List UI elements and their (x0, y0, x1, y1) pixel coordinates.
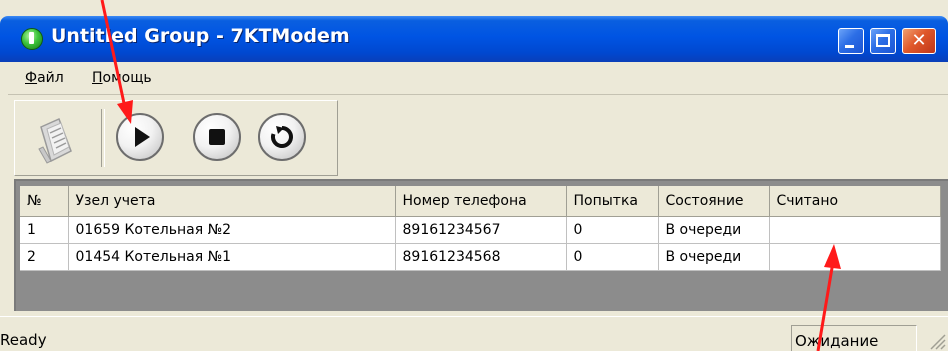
jobs-table: № Узел учета Номер телефона Попытка Сост… (20, 186, 941, 271)
status-text: Ready (0, 331, 47, 349)
cell-attempt: 0 (566, 216, 659, 244)
status-panel-text: Ожидание (795, 332, 879, 350)
document-icon[interactable] (37, 113, 75, 165)
menu-item-help[interactable]: Помощь (92, 70, 152, 86)
app-window: Untitled Group - 7KTModem ✕ Файл Помощь (0, 0, 948, 351)
refresh-button[interactable] (258, 113, 306, 161)
cell-num: 2 (20, 243, 69, 271)
cell-state: В очереди (658, 216, 770, 244)
menu-item-file[interactable]: Файл (25, 70, 64, 86)
maximize-icon (876, 34, 890, 47)
column-header-num[interactable]: № (20, 186, 69, 217)
cell-attempt: 0 (566, 243, 659, 271)
stop-button[interactable] (193, 113, 241, 161)
window-title: Untitled Group - 7KTModem (51, 25, 350, 47)
resize-grip-icon[interactable] (928, 332, 946, 350)
stop-icon (209, 129, 225, 145)
close-icon: ✕ (911, 30, 927, 51)
toolbar-separator (101, 109, 105, 167)
cell-node: 01659 Котельная №2 (68, 216, 396, 244)
status-bar: Ready Ожидание (0, 316, 948, 351)
cell-phone: 89161234568 (395, 243, 567, 271)
toolbar (14, 100, 338, 176)
status-panel: Ожидание (791, 325, 917, 351)
column-header-read[interactable]: Считано (769, 186, 941, 217)
column-header-attempt[interactable]: Попытка (566, 186, 659, 217)
table-row[interactable]: 1 01659 Котельная №2 89161234567 0 В оче… (20, 216, 941, 244)
cell-read (769, 243, 941, 271)
cell-phone: 89161234567 (395, 216, 567, 244)
cell-node: 01454 Котельная №1 (68, 243, 396, 271)
play-icon (135, 127, 150, 147)
title-bar[interactable]: Untitled Group - 7KTModem ✕ (0, 16, 948, 62)
play-button[interactable] (116, 113, 164, 161)
table-row[interactable]: 2 01454 Котельная №1 89161234568 0 В оче… (20, 243, 941, 271)
column-header-state[interactable]: Состояние (658, 186, 770, 217)
refresh-icon (271, 126, 293, 148)
column-header-node[interactable]: Узел учета (68, 186, 396, 217)
column-header-phone[interactable]: Номер телефона (395, 186, 567, 217)
minimize-button[interactable] (838, 28, 864, 54)
minimize-icon (845, 45, 854, 48)
menu-bar: Файл Помощь (8, 64, 948, 95)
app-icon[interactable] (21, 28, 43, 50)
close-button[interactable]: ✕ (902, 28, 936, 54)
table-header-row: № Узел учета Номер телефона Попытка Сост… (20, 186, 941, 217)
cell-num: 1 (20, 216, 69, 244)
cell-read (769, 216, 941, 244)
cell-state: В очереди (658, 243, 770, 271)
maximize-button[interactable] (870, 28, 896, 54)
